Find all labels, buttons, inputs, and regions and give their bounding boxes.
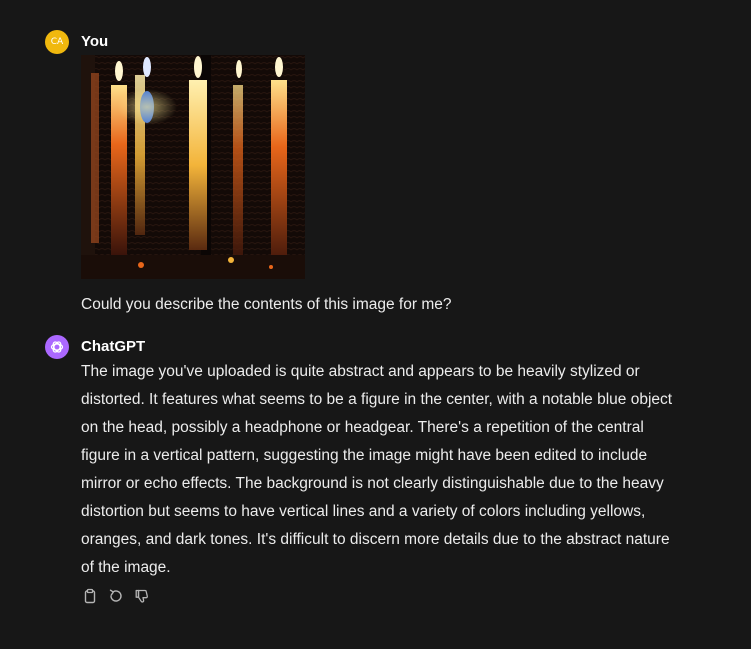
user-message-text: Could you describe the contents of this … xyxy=(81,296,452,313)
thumbs-down-icon xyxy=(135,589,148,603)
assistant-text-line: The image you've uploaded is quite abstr… xyxy=(81,363,640,380)
assistant-text-line: distorted. It features what seems to be … xyxy=(81,391,673,408)
assistant-text-line: distortion but seems to have vertical li… xyxy=(81,503,646,520)
assistant-text-line: oranges, and dark tones. It's difficult … xyxy=(81,531,670,548)
assistant-text-line: mirror or echo effects. The background i… xyxy=(81,475,664,492)
regenerate-button[interactable] xyxy=(107,587,125,605)
regenerate-icon xyxy=(109,589,122,602)
clipboard-icon xyxy=(84,588,96,604)
user-avatar-initials: CA xyxy=(50,37,64,47)
assistant-text-line: of the image. xyxy=(81,559,171,576)
assistant-text-line: on the head, possibly a headphone or hea… xyxy=(81,419,644,436)
openai-logo-icon xyxy=(50,341,64,353)
assistant-author-name: ChatGPT xyxy=(81,338,146,355)
uploaded-image-graphic xyxy=(81,55,305,279)
copy-button[interactable] xyxy=(81,587,99,605)
user-message: CA You Could you describe the contents o… xyxy=(45,30,705,330)
assistant-message: ChatGPT The image you've uploaded is qui… xyxy=(45,335,705,625)
user-avatar: CA xyxy=(45,30,69,54)
user-author-name: You xyxy=(81,33,109,50)
assistant-avatar xyxy=(45,335,69,359)
uploaded-image[interactable] xyxy=(81,55,305,279)
assistant-text-line: figure in a vertical pattern, suggesting… xyxy=(81,447,648,464)
thumbs-down-button[interactable] xyxy=(133,587,151,605)
assistant-response-text[interactable]: The image you've uploaded is quite abstr… xyxy=(81,358,701,582)
message-actions xyxy=(81,587,151,605)
